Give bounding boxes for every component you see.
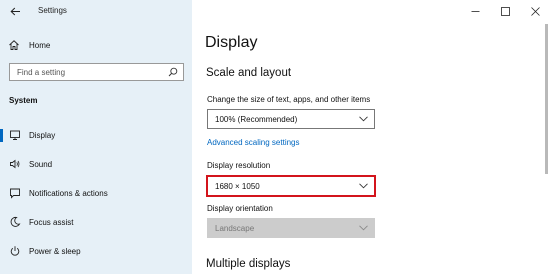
search-icon[interactable] <box>168 67 178 77</box>
app-title: Settings <box>38 6 67 15</box>
power-icon <box>9 245 21 257</box>
page-title: Display <box>205 34 258 51</box>
monitor-icon <box>9 129 21 141</box>
scale-value: 100% (Recommended) <box>215 114 298 124</box>
section-heading-multiple-displays: Multiple displays <box>206 258 291 270</box>
home-label: Home <box>29 40 51 50</box>
speaker-icon <box>9 158 21 170</box>
home-icon <box>9 40 19 50</box>
title-bar: Settings <box>0 0 192 22</box>
sidebar-item-label: Sound <box>29 159 53 169</box>
sidebar-item-label: Notifications & actions <box>29 188 108 198</box>
resolution-dropdown[interactable]: 1680 × 1050 <box>206 175 376 197</box>
sidebar-item-display[interactable]: Display <box>0 124 192 146</box>
sidebar-item-sound[interactable]: Sound <box>0 153 192 175</box>
resolution-value: 1680 × 1050 <box>215 181 260 191</box>
maximize-icon <box>500 6 510 16</box>
back-arrow-icon <box>9 7 20 15</box>
minimize-button[interactable] <box>460 0 490 22</box>
moon-icon <box>9 216 21 228</box>
sidebar-item-label: Power & sleep <box>29 246 81 256</box>
nav-home[interactable]: Home <box>8 37 50 53</box>
section-label-system: System <box>9 96 38 105</box>
close-button[interactable] <box>520 0 550 22</box>
maximize-button[interactable] <box>490 0 520 22</box>
chevron-down-icon <box>359 183 368 189</box>
sidebar-item-power-sleep[interactable]: Power & sleep <box>0 240 192 262</box>
scale-dropdown[interactable]: 100% (Recommended) <box>207 109 375 129</box>
chevron-down-icon <box>359 116 368 122</box>
close-icon <box>530 6 540 16</box>
scale-label: Change the size of text, apps, and other… <box>207 95 371 104</box>
main-content: Display Scale and layout Change the size… <box>192 0 550 274</box>
section-heading-scale: Scale and layout <box>206 67 292 79</box>
orientation-value: Landscape <box>215 223 255 233</box>
back-button[interactable] <box>6 3 24 19</box>
scrollbar[interactable] <box>545 24 548 174</box>
sidebar-item-label: Display <box>29 130 56 140</box>
advanced-scaling-link[interactable]: Advanced scaling settings <box>207 138 300 147</box>
chevron-down-icon <box>359 225 368 231</box>
search-input[interactable] <box>10 67 160 77</box>
sidebar-item-notifications[interactable]: Notifications & actions <box>0 182 192 204</box>
search-box[interactable] <box>9 63 184 81</box>
resolution-label: Display resolution <box>207 161 271 170</box>
orientation-label: Display orientation <box>207 204 273 213</box>
sidebar-item-label: Focus assist <box>29 217 74 227</box>
minimize-icon <box>471 10 479 12</box>
notification-icon <box>9 187 21 199</box>
sidebar-item-focus-assist[interactable]: Focus assist <box>0 211 192 233</box>
orientation-dropdown: Landscape <box>207 218 375 238</box>
sidebar: Settings Home System Display <box>0 0 192 274</box>
settings-window: Settings Home System Display <box>0 0 550 274</box>
window-controls <box>460 0 550 22</box>
